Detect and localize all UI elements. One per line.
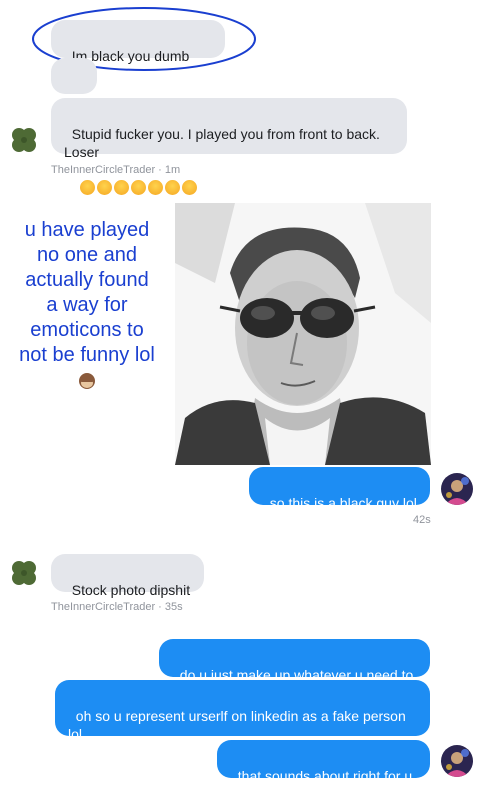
photo-attachment[interactable] <box>175 203 431 465</box>
message-text: that sounds about right for u <box>237 768 413 784</box>
message-text: oh so u represent urserlf on linkedin as… <box>68 708 406 742</box>
sender-meta: TheInnerCircleTrader · 1m <box>51 164 181 176</box>
message-text: Stupid fucker you. I played you from fro… <box>64 126 384 160</box>
message-bubble-emoji[interactable] <box>51 58 97 120</box>
smiling-face-emoji-icon <box>147 180 163 195</box>
message-bubble[interactable]: Stock photo dipshit <box>51 554 204 598</box>
heart-eyes-emoji-icon <box>113 180 129 195</box>
man-sketch-image <box>175 203 431 465</box>
user-avatar[interactable] <box>441 473 473 505</box>
tears-of-joy-emoji-icon <box>130 180 146 195</box>
sender-meta: TheInnerCircleTrader · 35s <box>51 601 183 613</box>
message-bubble-outgoing[interactable]: do u just make up whatever u need to <box>159 639 430 683</box>
message-text: so this is a black guy lol <box>269 495 417 511</box>
user-avatar[interactable] <box>441 745 473 777</box>
message-bubble-outgoing[interactable]: oh so u represent urserlf on linkedin as… <box>55 680 430 742</box>
message-text: Stock photo dipshit <box>71 582 191 598</box>
four-leaf-clover-icon[interactable] <box>8 124 40 156</box>
message-bubble-outgoing[interactable]: that sounds about right for u <box>217 740 430 784</box>
user-avatar-photo <box>441 473 473 505</box>
see-no-evil-monkey-icon <box>8 372 166 398</box>
message-bubble-outgoing[interactable]: so this is a black guy lol <box>249 467 430 511</box>
annotation-text: u have played no one and actually found … <box>8 218 166 398</box>
tears-of-joy-emoji-icon <box>164 180 180 195</box>
user-avatar-photo <box>441 745 473 777</box>
message-timestamp: 42s <box>413 514 431 526</box>
heart-eyes-emoji-icon <box>79 180 95 195</box>
annotation-body: u have played no one and actually found … <box>19 219 155 366</box>
message-bubble[interactable]: Stupid fucker you. I played you from fro… <box>51 98 407 195</box>
tears-of-joy-emoji-icon <box>96 180 112 195</box>
smiling-face-emoji-icon <box>181 180 197 195</box>
four-leaf-clover-icon[interactable] <box>8 557 40 589</box>
